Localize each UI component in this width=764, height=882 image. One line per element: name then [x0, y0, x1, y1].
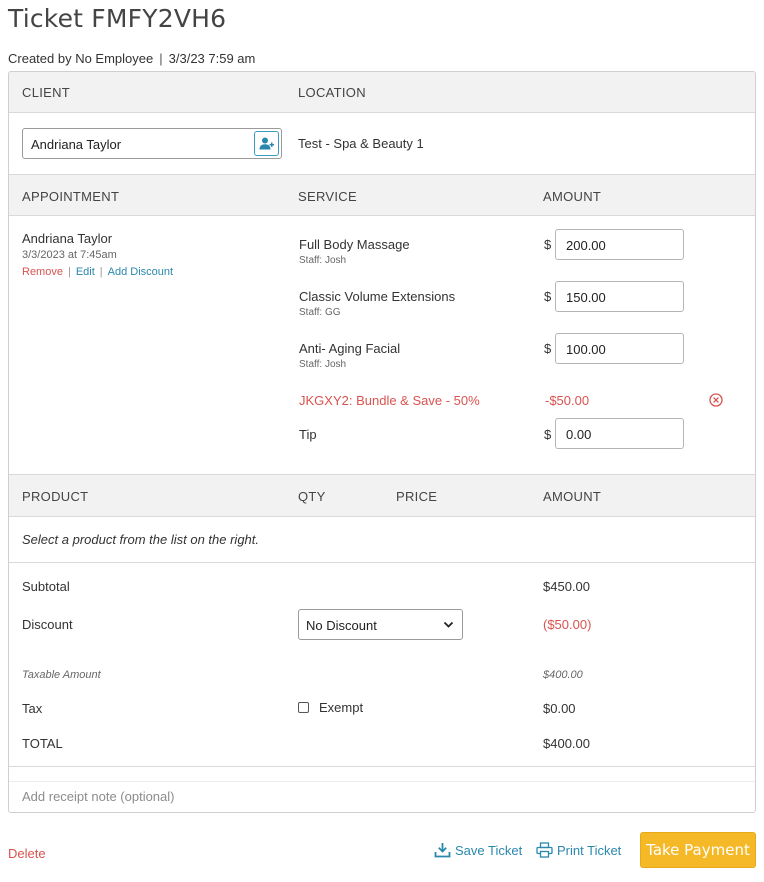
- tax-exempt-label: Exempt: [319, 700, 364, 715]
- tax-exempt-checkbox[interactable]: [298, 702, 309, 713]
- save-ticket-label: Save Ticket: [455, 842, 523, 858]
- total-label: TOTAL: [22, 736, 63, 751]
- tip-amount-value: 0.00: [566, 427, 592, 442]
- printer-icon: [536, 842, 553, 858]
- chevron-down-icon: [443, 621, 454, 628]
- appointment-header-row: APPOINTMENT SERVICE AMOUNT: [9, 174, 755, 216]
- tip-amount-input[interactable]: 0.00: [555, 418, 684, 449]
- service-name: Anti- Aging Facial: [299, 341, 401, 356]
- divider: [9, 562, 755, 563]
- edit-appointment-link[interactable]: Edit: [76, 266, 95, 278]
- download-icon: [434, 843, 451, 858]
- divider: [9, 766, 755, 767]
- subtotal-label: Subtotal: [22, 579, 70, 594]
- location-value: Test - Spa & Beauty 1: [298, 136, 424, 151]
- tax-exempt-toggle[interactable]: Exempt: [298, 700, 363, 715]
- appointment-header: APPOINTMENT: [22, 189, 120, 204]
- taxable-amount-value: $400.00: [543, 669, 583, 681]
- product-empty-message: Select a product from the list on the ri…: [22, 532, 260, 547]
- service-name: Full Body Massage: [299, 237, 410, 252]
- discount-select[interactable]: No Discount: [298, 609, 463, 640]
- take-payment-button[interactable]: Take Payment: [640, 832, 756, 868]
- page-title: Ticket FMFY2VH6: [8, 4, 227, 33]
- bundle-discount-amount: -$50.00: [545, 393, 590, 408]
- qty-header: QTY: [298, 489, 326, 504]
- service-staff: Staff: Josh: [299, 359, 347, 370]
- appointment-actions: Remove | Edit | Add Discount: [22, 266, 173, 278]
- service-amount-value: 200.00: [566, 238, 606, 253]
- delete-ticket-link[interactable]: Delete: [8, 846, 46, 861]
- taxable-amount-label: Taxable Amount: [22, 669, 101, 681]
- meta-separator: |: [159, 51, 163, 66]
- add-user-icon: [259, 137, 274, 150]
- tip-label: Tip: [299, 427, 317, 442]
- service-amount-input[interactable]: 200.00: [555, 229, 684, 260]
- appointment-date: 3/3/2023 at 7:45am: [22, 249, 117, 261]
- divider: [9, 781, 755, 782]
- link-separator: |: [99, 266, 103, 278]
- discount-label: Discount: [22, 617, 73, 632]
- amount-header: AMOUNT: [543, 189, 602, 204]
- service-amount-input[interactable]: 100.00: [555, 333, 684, 364]
- client-location-header: CLIENT LOCATION: [9, 72, 755, 113]
- currency-symbol: $: [544, 289, 552, 304]
- discount-value: ($50.00): [543, 617, 592, 632]
- service-amount-value: 150.00: [566, 290, 606, 305]
- receipt-note-input[interactable]: Add receipt note (optional): [22, 789, 174, 804]
- subtotal-value: $450.00: [543, 579, 590, 594]
- created-at: 3/3/23 7:59 am: [168, 51, 256, 66]
- save-ticket-button[interactable]: Save Ticket: [434, 842, 522, 858]
- product-header: PRODUCT: [22, 489, 89, 504]
- price-header: PRICE: [396, 489, 438, 504]
- discount-select-value: No Discount: [306, 618, 377, 633]
- client-header: CLIENT: [22, 85, 71, 100]
- service-staff: Staff: GG: [299, 307, 341, 318]
- client-field-value: Andriana Taylor: [31, 137, 122, 152]
- currency-symbol: $: [544, 341, 552, 356]
- print-ticket-button[interactable]: Print Ticket: [536, 842, 621, 858]
- print-ticket-label: Print Ticket: [557, 842, 622, 858]
- add-discount-link[interactable]: Add Discount: [108, 266, 173, 278]
- tax-label: Tax: [22, 701, 43, 716]
- link-separator: |: [67, 266, 71, 278]
- bundle-discount-label: JKGXY2: Bundle & Save - 50%: [299, 393, 480, 408]
- currency-symbol: $: [544, 427, 552, 442]
- ticket-panel: CLIENT LOCATION Andriana Taylor Test - S…: [8, 71, 756, 813]
- location-header: LOCATION: [298, 85, 366, 100]
- service-amount-input[interactable]: 150.00: [555, 281, 684, 312]
- remove-discount-icon[interactable]: [709, 393, 723, 407]
- total-value: $400.00: [543, 736, 590, 751]
- service-amount-value: 100.00: [566, 342, 606, 357]
- ticket-meta: Created by No Employee | 3/3/23 7:59 am: [8, 51, 255, 66]
- remove-appointment-link[interactable]: Remove: [22, 266, 63, 278]
- service-name: Classic Volume Extensions: [299, 289, 456, 304]
- service-header: SERVICE: [298, 189, 357, 204]
- created-by: Created by No Employee: [8, 51, 154, 66]
- appointment-client-name: Andriana Taylor: [22, 231, 113, 246]
- client-field[interactable]: Andriana Taylor: [22, 128, 282, 159]
- add-client-button[interactable]: [254, 131, 279, 156]
- service-staff: Staff: Josh: [299, 255, 347, 266]
- currency-symbol: $: [544, 237, 552, 252]
- product-amount-header: AMOUNT: [543, 489, 602, 504]
- product-header-row: PRODUCT QTY PRICE AMOUNT: [9, 474, 755, 517]
- tax-value: $0.00: [543, 701, 576, 716]
